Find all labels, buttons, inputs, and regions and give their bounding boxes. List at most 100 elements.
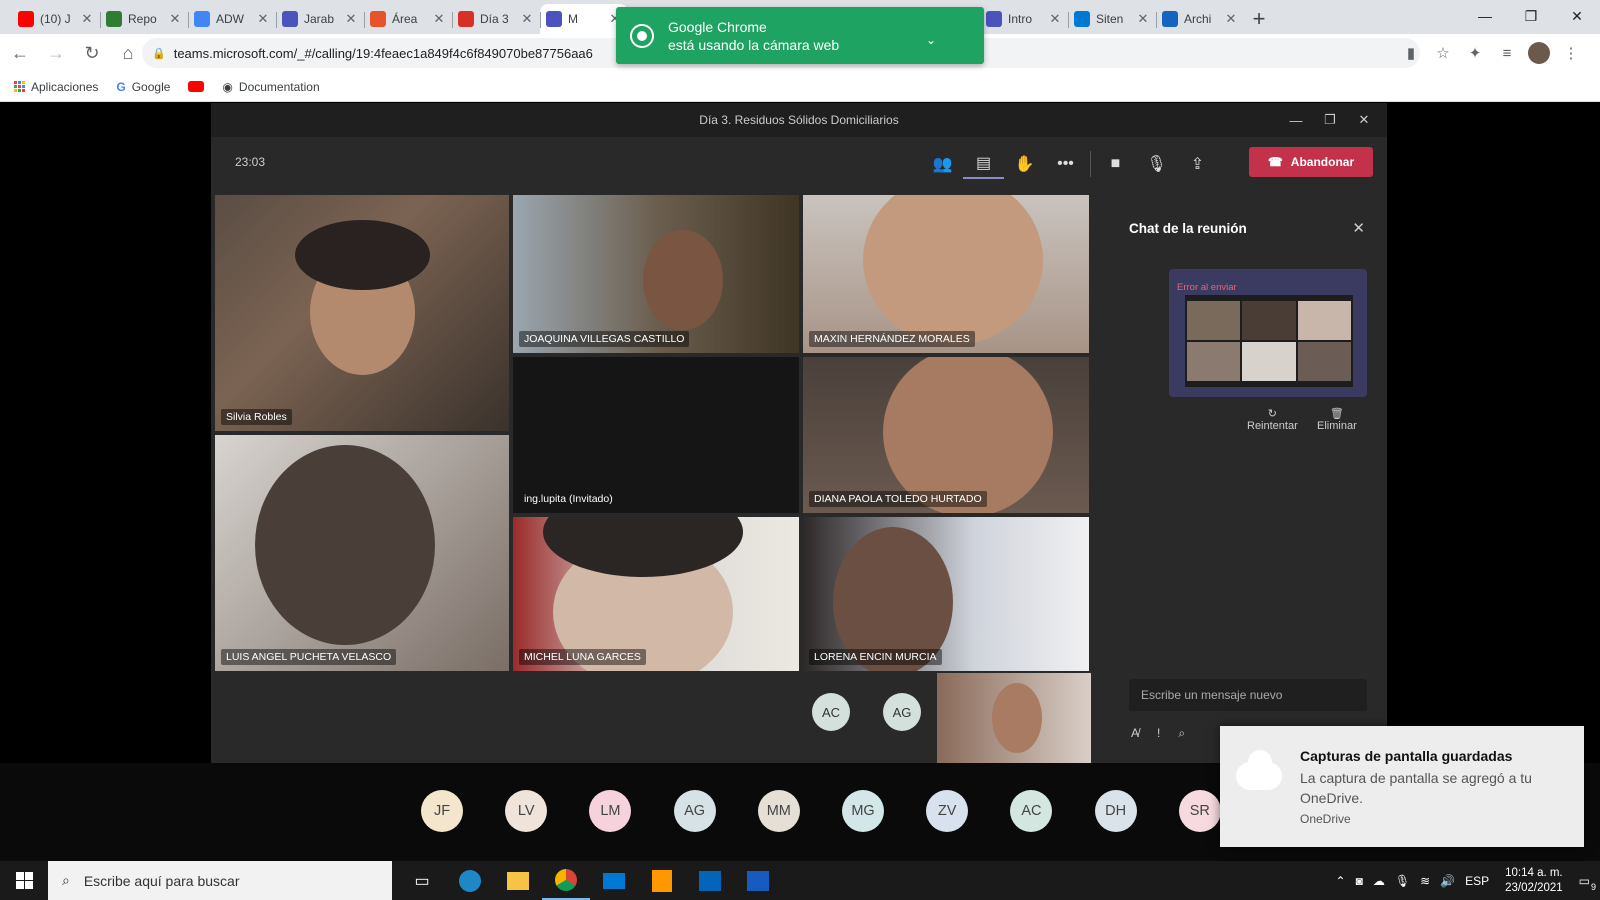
taskbar-search[interactable]: ⌕ Escribe aquí para buscar — [48, 861, 392, 900]
chevron-up-icon[interactable]: ⌃ — [1336, 874, 1346, 888]
leave-button[interactable]: ☎ Abandonar — [1249, 147, 1373, 177]
tab-close-icon[interactable]: ✕ — [1136, 11, 1150, 27]
participant-avatar[interactable]: LM — [589, 790, 632, 832]
browser-tab[interactable]: Siten ✕ — [1068, 4, 1156, 34]
chrome-icon[interactable] — [542, 861, 590, 900]
bookmark-star-icon[interactable]: ☆ — [1432, 38, 1454, 68]
tab-close-icon[interactable]: ✕ — [1224, 11, 1238, 27]
participant-avatar[interactable]: ZV — [926, 790, 969, 832]
tab-close-icon[interactable]: ✕ — [520, 11, 534, 27]
camera-in-use-icon[interactable]: ▮ — [1400, 38, 1422, 68]
tab-close-icon[interactable]: ✕ — [256, 11, 270, 27]
restore-icon[interactable]: ❐ — [1508, 0, 1554, 32]
notification-center-icon[interactable]: ▭ 9 — [1579, 874, 1596, 892]
tab-close-icon[interactable]: ✕ — [1048, 11, 1062, 27]
browser-tab[interactable]: Archi ✕ — [1156, 4, 1244, 34]
video-tile[interactable]: MAXIN HERNÁNDEZ MORALES — [803, 195, 1089, 353]
participant-avatar[interactable]: MM — [757, 790, 800, 832]
restore-icon[interactable]: ❐ — [1313, 112, 1347, 128]
language-indicator[interactable]: ESP — [1465, 874, 1489, 888]
delete-button[interactable]: 🗑 Eliminar — [1317, 407, 1357, 432]
clock[interactable]: 10:14 a. m. 23/02/2021 — [1505, 866, 1563, 896]
browser-tab[interactable]: ADW ✕ — [188, 4, 276, 34]
bookmark-google[interactable]: G Google — [116, 80, 170, 94]
mail-icon[interactable] — [590, 861, 638, 900]
video-tile[interactable]: LORENA ENCIN MURCIA — [803, 517, 1089, 671]
onedrive-toast[interactable]: Capturas de pantalla guardadas La captur… — [1220, 726, 1584, 847]
wifi-icon[interactable]: ≋ — [1420, 874, 1430, 888]
self-view-video[interactable] — [937, 673, 1091, 763]
browser-tab[interactable]: Día 3 ✕ — [452, 4, 540, 34]
mic-muted-icon[interactable]: 🎙 — [1136, 149, 1177, 179]
forward-icon[interactable]: → — [40, 37, 72, 69]
profile-avatar[interactable] — [1528, 38, 1550, 68]
home-icon[interactable]: ⌂ — [112, 37, 144, 69]
close-icon[interactable]: ✕ — [1554, 0, 1600, 32]
minimize-icon[interactable]: — — [1279, 113, 1313, 128]
reload-icon[interactable]: ↻ — [76, 37, 108, 69]
tab-close-icon[interactable]: ✕ — [80, 11, 94, 27]
tab-close-icon[interactable]: ✕ — [432, 11, 446, 27]
important-icon[interactable]: ! — [1157, 726, 1160, 741]
retry-button[interactable]: ↻ Reintentar — [1247, 407, 1298, 432]
video-tile[interactable]: DIANA PAOLA TOLEDO HURTADO — [803, 357, 1089, 513]
bookmark-label: Documentation — [238, 79, 320, 94]
browser-tab[interactable]: Repo ✕ — [100, 4, 188, 34]
participant-avatar[interactable]: AC — [1010, 790, 1053, 832]
participant-avatar[interactable]: AG — [673, 790, 716, 832]
chat-message-failed[interactable]: Error al enviar — [1169, 269, 1367, 397]
more-options-icon[interactable]: ••• — [1045, 149, 1086, 179]
browser-tab[interactable]: (10) J ✕ — [12, 4, 100, 34]
video-tile[interactable]: JOAQUINA VILLEGAS CASTILLO — [513, 195, 799, 353]
back-icon[interactable]: ← — [4, 37, 36, 69]
chat-icon[interactable]: ▤ — [963, 149, 1004, 179]
bookmark-youtube[interactable] — [188, 81, 205, 92]
participant-avatar[interactable]: DH — [1094, 790, 1137, 832]
video-tile[interactable]: MICHEL LUNA GARCES — [513, 517, 799, 671]
browser-tab[interactable]: Área ✕ — [364, 4, 452, 34]
close-icon[interactable]: ✕ — [1352, 219, 1365, 237]
participant-avatar[interactable]: JF — [421, 790, 463, 832]
camera-notification[interactable]: Google Chrome está usando la cámara web … — [616, 7, 984, 64]
chat-message-input[interactable]: Escribe un mensaje nuevo — [1129, 679, 1367, 711]
browser-tab[interactable]: Jarab ✕ — [276, 4, 364, 34]
share-screen-icon[interactable]: ⇪ — [1177, 149, 1218, 179]
participant-avatar[interactable]: LV — [505, 790, 548, 832]
onedrive-icon[interactable]: ☁ — [1373, 874, 1385, 888]
start-button[interactable] — [0, 872, 48, 889]
chevron-down-icon[interactable]: ⌄ — [926, 31, 936, 49]
outlook-icon[interactable] — [686, 861, 734, 900]
extensions-icon[interactable]: ✦ — [1464, 38, 1486, 68]
video-tile[interactable]: ing.lupita (Invitado) — [513, 357, 799, 513]
minimize-icon[interactable]: — — [1462, 0, 1508, 32]
media-icon[interactable]: ≡ — [1496, 38, 1518, 68]
participant-avatar[interactable]: AG — [883, 693, 921, 731]
volume-icon[interactable]: 🔊 — [1440, 874, 1455, 888]
menu-icon[interactable]: ⋮ — [1560, 38, 1582, 68]
microphone-icon[interactable]: 🎙 — [1395, 874, 1410, 888]
format-icon[interactable]: A̸ — [1131, 726, 1139, 741]
sublime-icon[interactable] — [638, 861, 686, 900]
participants-icon[interactable]: 👥 — [922, 149, 963, 179]
video-tile[interactable]: LUIS ANGEL PUCHETA VELASCO — [215, 435, 509, 671]
video-tile[interactable]: Silvia Robles — [215, 195, 509, 431]
tab-close-icon[interactable]: ✕ — [168, 11, 182, 27]
bookmark-documentation[interactable]: ◉ Documentation — [222, 80, 319, 94]
attach-icon[interactable]: ⌕ — [1178, 726, 1185, 741]
tab-close-icon[interactable]: ✕ — [344, 11, 358, 27]
browser-tab[interactable]: M ✕ — [540, 4, 628, 34]
word-icon[interactable] — [734, 861, 782, 900]
file-explorer-icon[interactable] — [494, 861, 542, 900]
raise-hand-icon[interactable]: ✋ — [1004, 149, 1045, 179]
task-view-icon[interactable]: ▭ — [398, 861, 446, 900]
participant-avatar[interactable]: MG — [842, 790, 884, 832]
meet-now-icon[interactable]: ◙ — [1356, 874, 1363, 888]
camera-icon[interactable]: ■ — [1095, 149, 1136, 179]
close-icon[interactable]: ✕ — [1347, 112, 1381, 128]
browser-tab[interactable]: Intro ✕ — [980, 4, 1068, 34]
edge-icon[interactable] — [446, 861, 494, 900]
participant-avatar[interactable]: AC — [812, 693, 850, 731]
bookmark-apps[interactable]: Aplicaciones — [14, 80, 98, 94]
new-tab-button[interactable]: + — [1244, 4, 1274, 34]
participant-avatar[interactable]: SR — [1178, 790, 1221, 832]
